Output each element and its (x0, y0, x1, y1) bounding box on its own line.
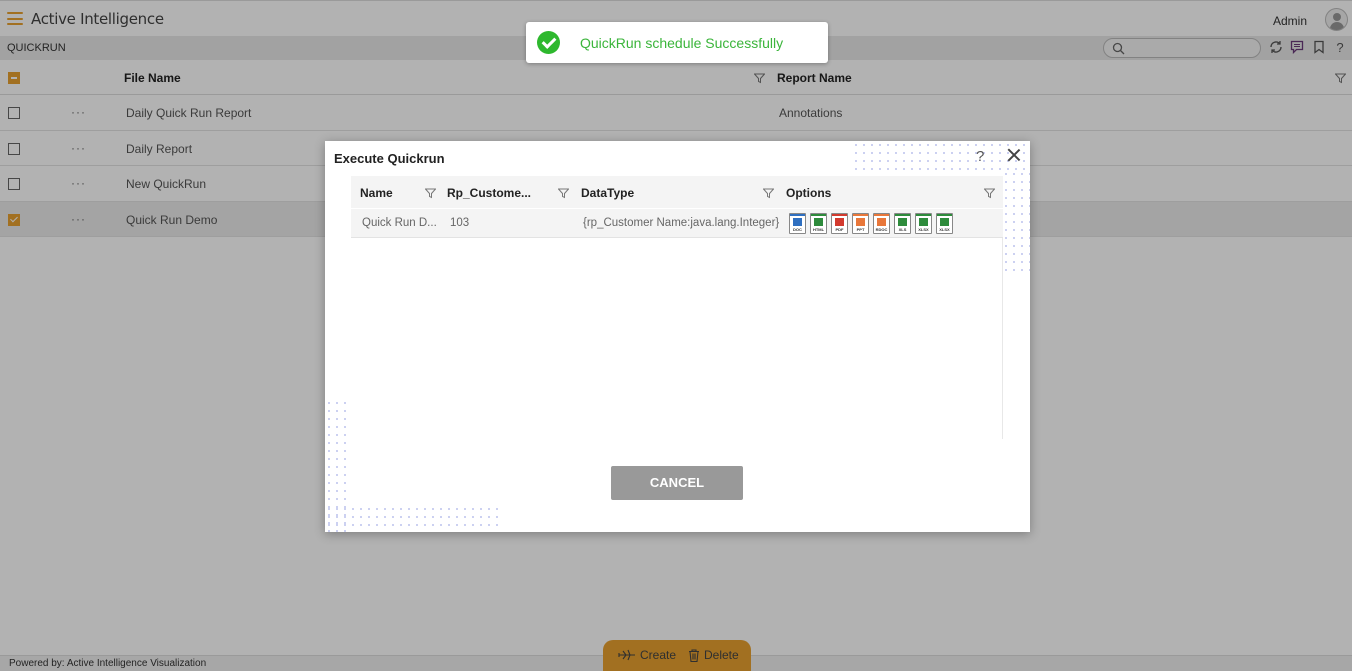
quickrun-grid: Name Rp_Custome... DataType Options Quic… (351, 176, 1003, 439)
cancel-button[interactable]: CANCEL (611, 466, 743, 500)
xls-icon[interactable]: XLS (894, 213, 911, 234)
doc-icon[interactable]: DOC (789, 213, 806, 234)
rdoc-icon[interactable]: RDOC (873, 213, 890, 234)
option-label: PPT (856, 227, 865, 232)
xlsx-icon[interactable]: XLSX (915, 213, 932, 234)
option-label: HTML (812, 227, 825, 232)
filter-icon[interactable] (984, 188, 995, 199)
icon-glyph (835, 218, 844, 226)
check-circle-icon (537, 31, 560, 54)
icon-glyph (877, 218, 886, 226)
column-header-options[interactable]: Options (786, 186, 831, 200)
option-label: DOC (793, 227, 802, 232)
filter-icon[interactable] (558, 188, 569, 199)
dot-pattern (852, 141, 1030, 170)
option-label: XLSX (918, 227, 929, 232)
icon-band (937, 214, 952, 216)
ppt-icon[interactable]: PPT (852, 213, 869, 234)
icon-band (811, 214, 826, 216)
icon-glyph (814, 218, 823, 226)
close-icon[interactable] (1007, 148, 1021, 162)
option-label: PDF (835, 227, 844, 232)
column-header-rp-customer[interactable]: Rp_Custome... (447, 186, 531, 200)
dialog-title: Execute Quickrun (334, 151, 445, 166)
help-icon[interactable]: ? (976, 148, 984, 165)
success-toast: QuickRun schedule Successfully (526, 22, 828, 63)
icon-glyph (940, 218, 949, 226)
option-label: XLS (898, 227, 907, 232)
icon-band (853, 214, 868, 216)
xlsx-icon[interactable]: XLSX (936, 213, 953, 234)
icon-glyph (793, 218, 802, 226)
rp-customer-value[interactable]: 103 (450, 217, 469, 229)
filter-icon[interactable] (763, 188, 774, 199)
html-icon[interactable]: HTML (810, 213, 827, 234)
export-options: DOC HTML PDF PPT RDOC XLS XLSX XLSX (789, 213, 953, 234)
option-label: RDOC (875, 227, 888, 232)
icon-band (895, 214, 910, 216)
dot-pattern (1002, 170, 1030, 271)
execute-quickrun-dialog: Execute Quickrun ? Name Rp_Custome... Da… (325, 141, 1030, 532)
table-row[interactable]: Quick Run D... 103 {rp_Customer Name:jav… (351, 208, 1003, 238)
column-header-datatype[interactable]: DataType (581, 186, 634, 200)
icon-band (790, 214, 805, 216)
datatype-value: {rp_Customer Name:java.lang.Integer} (583, 217, 780, 229)
icon-band (916, 214, 931, 216)
icon-glyph (919, 218, 928, 226)
option-label: XLSX (939, 227, 950, 232)
filter-icon[interactable] (425, 188, 436, 199)
icon-band (832, 214, 847, 216)
toast-message: QuickRun schedule Successfully (580, 35, 784, 51)
icon-glyph (856, 218, 865, 226)
column-header-name[interactable]: Name (360, 186, 393, 200)
param-name: Quick Run D... (362, 217, 437, 229)
dot-pattern (325, 505, 498, 532)
pdf-icon[interactable]: PDF (831, 213, 848, 234)
icon-glyph (898, 218, 907, 226)
icon-band (874, 214, 889, 216)
grid-header: Name Rp_Custome... DataType Options (351, 176, 1003, 208)
